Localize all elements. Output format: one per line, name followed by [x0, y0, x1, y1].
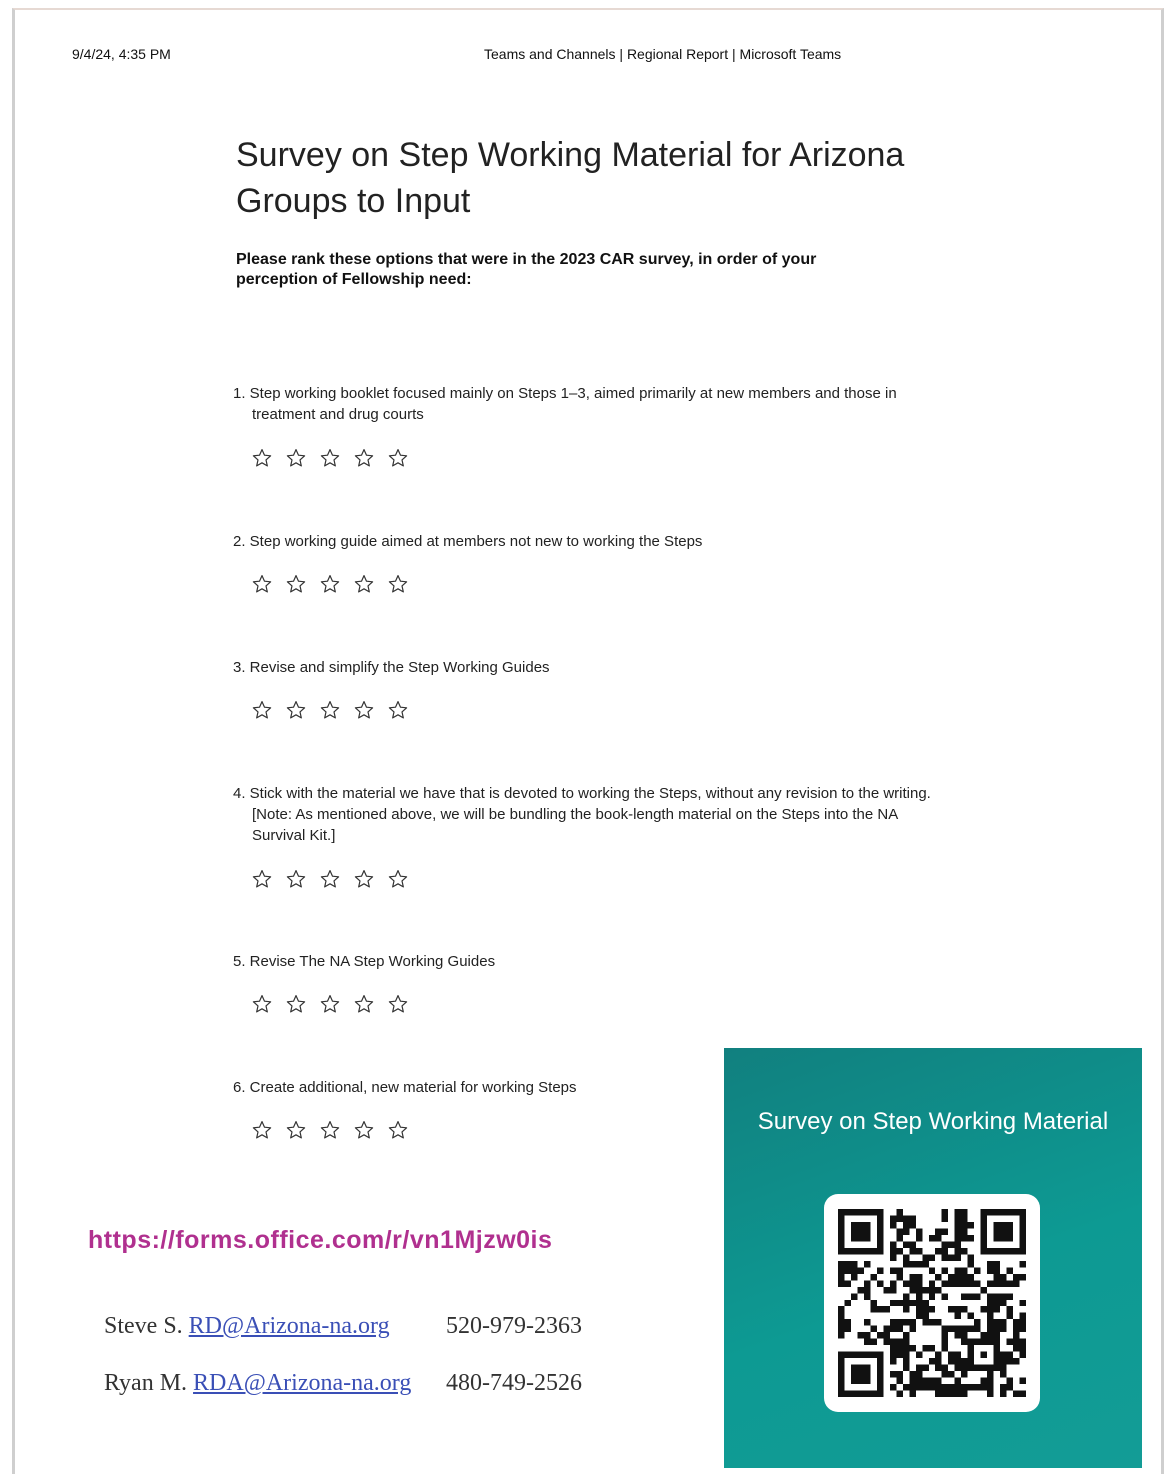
question-4: 4. Stick with the material we have that … [233, 783, 933, 888]
star-outline-icon[interactable] [354, 700, 374, 720]
contact-row: Steve S. RD@Arizona-na.org 520-979-2363 [104, 1313, 582, 1340]
star-rating[interactable] [252, 994, 408, 1014]
star-outline-icon[interactable] [320, 869, 340, 889]
print-date: 9/4/24, 4:35 PM [72, 46, 171, 62]
star-outline-icon[interactable] [252, 700, 272, 720]
question-text: 2. Step working guide aimed at members n… [233, 533, 703, 550]
star-outline-icon[interactable] [320, 700, 340, 720]
star-outline-icon[interactable] [354, 1120, 374, 1140]
star-outline-icon[interactable] [286, 994, 306, 1014]
question-1: 1. Step working booklet focused mainly o… [233, 383, 933, 467]
star-rating[interactable] [252, 869, 408, 889]
contact-email-link[interactable]: RDA@Arizona-na.org [193, 1370, 411, 1396]
contact-name: Steve S. [104, 1313, 183, 1339]
star-outline-icon[interactable] [388, 448, 408, 468]
question-2: 2. Step working guide aimed at members n… [233, 531, 933, 593]
star-outline-icon[interactable] [286, 869, 306, 889]
question-text: 3. Revise and simplify the Step Working … [233, 659, 550, 676]
star-outline-icon[interactable] [388, 574, 408, 594]
star-outline-icon[interactable] [286, 700, 306, 720]
star-outline-icon[interactable] [320, 1120, 340, 1140]
qr-code-icon [838, 1209, 1026, 1397]
survey-link[interactable]: https://forms.office.com/r/vn1Mjzw0is [88, 1226, 552, 1255]
survey-instructions: Please rank these options that were in t… [236, 251, 817, 288]
star-outline-icon[interactable] [286, 448, 306, 468]
star-outline-icon[interactable] [252, 994, 272, 1014]
star-outline-icon[interactable] [286, 574, 306, 594]
star-outline-icon[interactable] [252, 448, 272, 468]
question-text: 1. Step working booklet focused mainly o… [233, 385, 897, 423]
star-outline-icon[interactable] [354, 574, 374, 594]
star-outline-icon[interactable] [252, 869, 272, 889]
star-outline-icon[interactable] [388, 994, 408, 1014]
question-text: 5. Revise The NA Step Working Guides [233, 953, 496, 970]
star-rating[interactable] [252, 1120, 408, 1140]
star-outline-icon[interactable] [286, 1120, 306, 1140]
qr-card-title: Survey on Step Working Material [757, 1108, 1109, 1135]
qr-card: Survey on Step Working Material [724, 1048, 1142, 1468]
star-rating[interactable] [252, 574, 408, 594]
survey-title: Survey on Step Working Material for Ariz… [236, 136, 905, 220]
question-5: 5. Revise The NA Step Working Guides [233, 951, 933, 1013]
contact-phone: 520-979-2363 [446, 1313, 582, 1339]
star-outline-icon[interactable] [320, 574, 340, 594]
question-text: 4. Stick with the material we have that … [233, 785, 931, 844]
contact-email-link[interactable]: RD@Arizona-na.org [189, 1313, 390, 1339]
contact-phone: 480-749-2526 [446, 1370, 582, 1396]
star-outline-icon[interactable] [252, 574, 272, 594]
star-outline-icon[interactable] [320, 994, 340, 1014]
contact-name: Ryan M. [104, 1370, 188, 1396]
star-outline-icon[interactable] [388, 1120, 408, 1140]
star-rating[interactable] [252, 700, 408, 720]
star-outline-icon[interactable] [388, 700, 408, 720]
star-outline-icon[interactable] [354, 994, 374, 1014]
star-outline-icon[interactable] [252, 1120, 272, 1140]
qr-code-container [824, 1194, 1040, 1412]
question-3: 3. Revise and simplify the Step Working … [233, 657, 933, 719]
contact-row: Ryan M. RDA@Arizona-na.org 480-749-2526 [104, 1370, 582, 1397]
star-rating[interactable] [252, 448, 408, 468]
print-header-title: Teams and Channels | Regional Report | M… [484, 46, 842, 62]
star-outline-icon[interactable] [388, 869, 408, 889]
star-outline-icon[interactable] [354, 448, 374, 468]
star-outline-icon[interactable] [320, 448, 340, 468]
star-outline-icon[interactable] [354, 869, 374, 889]
